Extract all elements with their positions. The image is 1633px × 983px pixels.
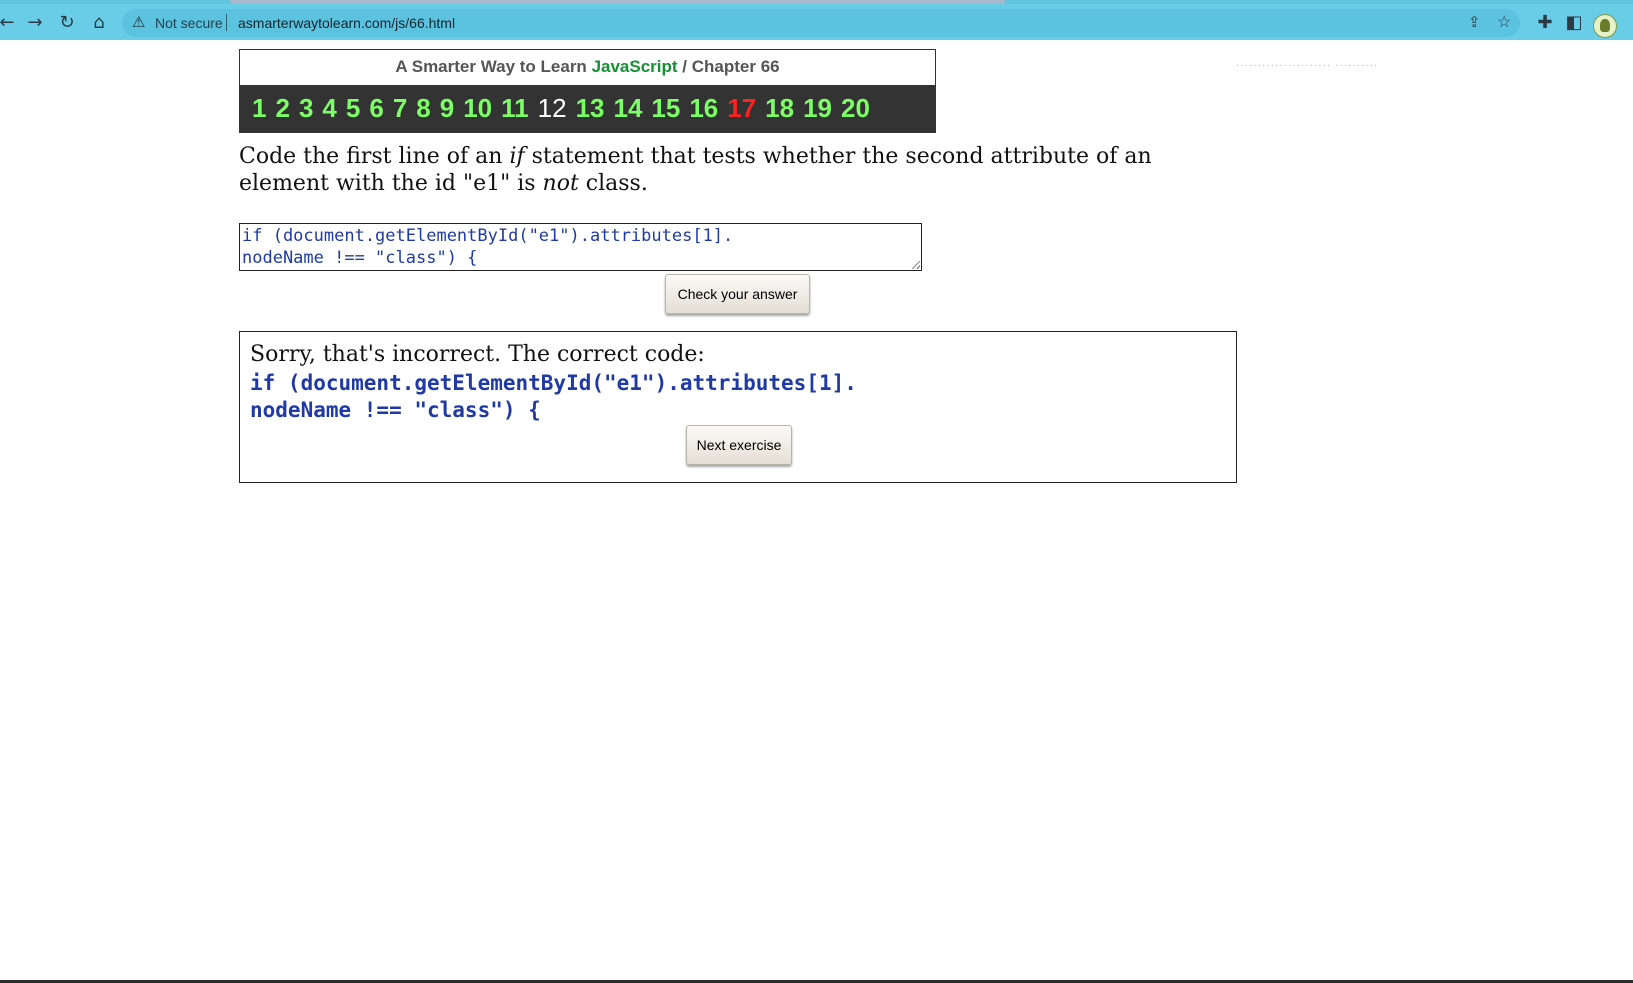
exercise-link-5[interactable]: 5: [346, 93, 360, 124]
browser-toolbar: ← → ↻ ⌂ ⚠ Not secure asmarterwaytolearn.…: [0, 4, 1633, 40]
exercise-link-8[interactable]: 8: [416, 93, 430, 124]
exercise-link-9[interactable]: 9: [440, 93, 454, 124]
chapter-label: Chapter 66: [691, 57, 780, 76]
feedback-message: Sorry, that's incorrect. The correct cod…: [250, 342, 705, 367]
exercise-link-20[interactable]: 20: [841, 93, 870, 124]
profile-avatar[interactable]: [1593, 14, 1617, 38]
question-emphasis: if: [509, 144, 525, 169]
extensions-icon[interactable]: ✚: [1533, 4, 1557, 40]
exercise-link-11[interactable]: 11: [501, 93, 529, 124]
resize-handle-icon[interactable]: [912, 261, 920, 269]
answer-input-box: [239, 223, 922, 271]
exercise-link-19[interactable]: 19: [803, 93, 832, 124]
exercise-link-12[interactable]: 12: [538, 93, 567, 124]
exercise-link-10[interactable]: 10: [463, 93, 492, 124]
title-brand[interactable]: JavaScript: [592, 57, 678, 76]
exercise-link-18[interactable]: 18: [765, 93, 794, 124]
chapter-header: A Smarter Way to Learn JavaScript / Chap…: [239, 49, 936, 133]
question-emphasis: not: [542, 171, 579, 196]
check-answer-button[interactable]: Check your answer: [665, 274, 810, 314]
forward-icon[interactable]: →: [24, 4, 46, 40]
share-icon[interactable]: ⇪: [1468, 13, 1481, 31]
title-prefix: A Smarter Way to Learn: [395, 57, 587, 76]
correct-code: if (document.getElementById("e1").attrib…: [250, 371, 857, 422]
exercise-link-1[interactable]: 1: [252, 93, 266, 124]
feedback-panel: Sorry, that's incorrect. The correct cod…: [239, 331, 1237, 483]
reload-icon[interactable]: ↻: [56, 4, 78, 40]
exercise-link-3[interactable]: 3: [299, 93, 313, 124]
exercise-nav: 1 2 3 4 5 6 7 8 9 10 11 12 13 14 15 16 17 18 19 20: [240, 85, 935, 132]
url-text[interactable]: asmarterwaytolearn.com/js/66.html: [238, 15, 455, 31]
security-label[interactable]: Not secure: [155, 15, 223, 31]
address-bar[interactable]: ⚠ Not secure asmarterwaytolearn.com/js/6…: [122, 9, 1520, 37]
exercise-link-2[interactable]: 2: [275, 93, 289, 124]
question-text: class.: [578, 171, 648, 196]
exercise-link-13[interactable]: 13: [576, 93, 605, 124]
page-title: A Smarter Way to Learn JavaScript / Chap…: [240, 50, 935, 84]
exercise-link-4[interactable]: 4: [322, 93, 336, 124]
exercise-link-14[interactable]: 14: [613, 93, 642, 124]
exercise-question: Code the first line of an if statement t…: [239, 143, 1239, 197]
home-icon[interactable]: ⌂: [87, 4, 111, 40]
exercise-link-15[interactable]: 15: [651, 93, 680, 124]
ad-placeholder-dots: ······················ ··········: [1236, 60, 1379, 71]
title-separator: /: [682, 57, 688, 76]
exercise-link-17[interactable]: 17: [727, 93, 756, 124]
omnibox-divider: [226, 14, 227, 31]
exercise-link-16[interactable]: 16: [689, 93, 718, 124]
back-icon[interactable]: ←: [0, 4, 15, 40]
exercise-link-7[interactable]: 7: [393, 93, 407, 124]
exercise-link-6[interactable]: 6: [369, 93, 383, 124]
warning-icon: ⚠: [132, 13, 146, 31]
star-icon[interactable]: ☆: [1497, 12, 1511, 32]
answer-textarea[interactable]: [240, 224, 921, 270]
question-text: Code the first line of an: [239, 144, 510, 169]
side-panel-icon[interactable]: ◧: [1562, 4, 1586, 40]
next-exercise-button[interactable]: Next exercise: [686, 425, 792, 465]
